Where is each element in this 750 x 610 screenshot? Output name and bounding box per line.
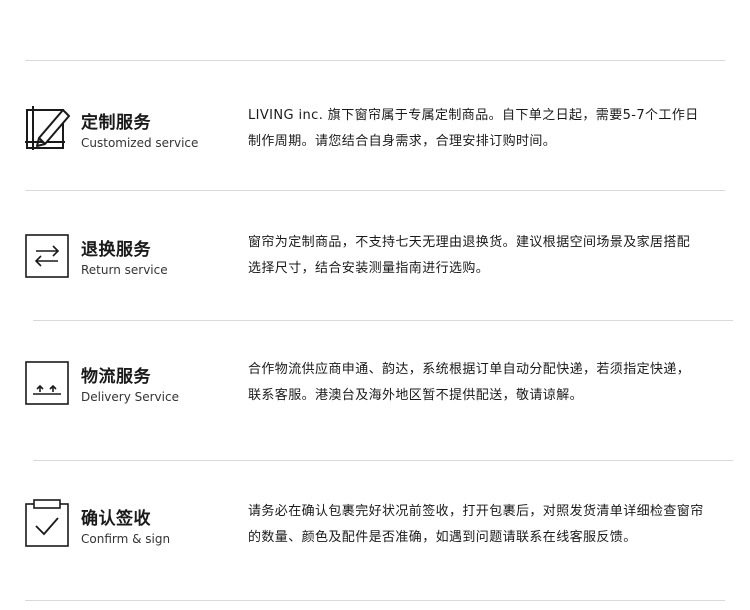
description-line: 联系客服。港澳台及海外地区暂不提供配送，敬请谅解。	[248, 388, 584, 403]
description-line: 请务必在确认包裹完好状况前签收，打开包裹后，对照发货清单详细检查窗帘	[248, 504, 704, 519]
section-title: 退换服务	[81, 240, 151, 260]
section-description: 窗帘为定制商品，不支持七天无理由退换货。建议根据空间场景及家居搭配 选择尺寸，结…	[248, 230, 743, 282]
section-subtitle: Customized service	[81, 136, 199, 150]
section-subtitle: Confirm & sign	[81, 532, 171, 546]
description-line: LIVING inc. 旗下窗帘属于专属定制商品。自下单之日起，需要5-7个工作…	[248, 108, 699, 123]
delivery-box-icon	[25, 361, 69, 405]
clipboard-check-icon	[25, 499, 69, 547]
pencil-square-icon	[25, 104, 71, 150]
section-title: 定制服务	[81, 113, 151, 133]
section-title: 确认签收	[81, 509, 151, 529]
divider-1	[25, 190, 725, 191]
section-description: 合作物流供应商申通、韵达，系统根据订单自动分配快递，若须指定快递， 联系客服。港…	[248, 357, 743, 409]
divider-2	[33, 320, 733, 321]
description-line: 窗帘为定制商品，不支持七天无理由退换货。建议根据空间场景及家居搭配	[248, 235, 691, 250]
section-subtitle: Return service	[81, 263, 168, 277]
section-description: LIVING inc. 旗下窗帘属于专属定制商品。自下单之日起，需要5-7个工作…	[248, 103, 743, 155]
section-description: 请务必在确认包裹完好状况前签收，打开包裹后，对照发货清单详细检查窗帘 的数量、颜…	[248, 499, 743, 551]
description-line: 制作周期。请您结合自身需求，合理安排订购时间。	[248, 134, 557, 149]
section-title: 物流服务	[81, 367, 151, 387]
description-line: 的数量、颜色及配件是否准确，如遇到问题请联系在线客服反馈。	[248, 530, 637, 545]
divider-top	[25, 60, 725, 61]
description-line: 选择尺寸，结合安装测量指南进行选购。	[248, 261, 490, 276]
divider-3	[33, 460, 733, 461]
exchange-arrows-icon	[25, 234, 69, 278]
divider-bottom	[25, 600, 725, 601]
description-line: 合作物流供应商申通、韵达，系统根据订单自动分配快递，若须指定快递，	[248, 362, 691, 377]
section-subtitle: Delivery Service	[81, 390, 179, 404]
